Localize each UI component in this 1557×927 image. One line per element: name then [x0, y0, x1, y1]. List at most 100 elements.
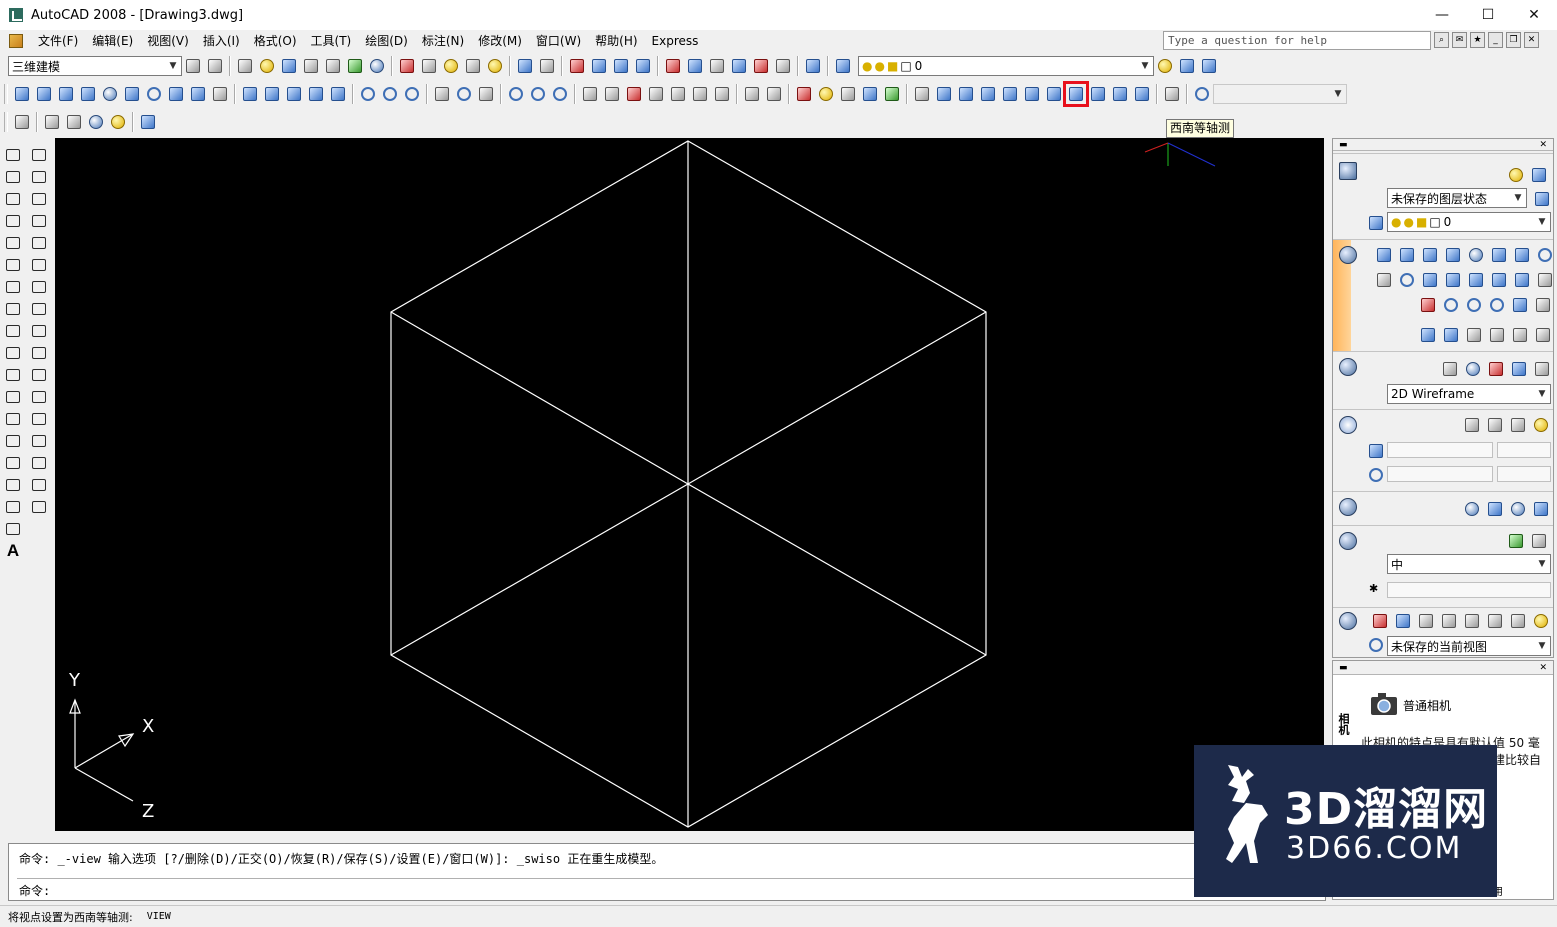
check-icon[interactable] — [881, 83, 903, 105]
2d-wireframe-icon[interactable] — [11, 111, 33, 133]
table-icon[interactable] — [2, 518, 24, 540]
conceptual-icon[interactable] — [107, 111, 129, 133]
sun-light-icon[interactable] — [1461, 414, 1483, 436]
sphere-icon[interactable] — [99, 83, 121, 105]
realistic-icon[interactable] — [1462, 358, 1484, 380]
conceptual-icon[interactable] — [1485, 358, 1507, 380]
flatshot-icon[interactable] — [1463, 324, 1485, 346]
view-front-button[interactable] — [1021, 83, 1043, 105]
3d-move-icon[interactable] — [1373, 269, 1395, 291]
3d-align-icon[interactable] — [475, 83, 497, 105]
view-top-button[interactable] — [933, 83, 955, 105]
point-icon[interactable] — [2, 430, 24, 452]
environment-icon[interactable] — [1507, 498, 1529, 520]
dock-icon[interactable]: ▬ — [1339, 663, 1348, 673]
realistic-icon[interactable] — [85, 111, 107, 133]
offset-icon[interactable] — [28, 210, 50, 232]
extract-edges-icon[interactable] — [1532, 324, 1554, 346]
palette-tab-camera[interactable]: 相机 — [1337, 713, 1351, 735]
dashboard-layer-select[interactable]: ● ● ■ □ 0 ▼ — [1387, 212, 1551, 232]
loft-icon[interactable] — [327, 83, 349, 105]
layer-manager-icon[interactable] — [832, 55, 854, 77]
intersect-icon[interactable] — [401, 83, 423, 105]
plot-icon[interactable] — [300, 55, 322, 77]
swivel-icon[interactable] — [1438, 610, 1460, 632]
sweep-icon[interactable] — [1465, 269, 1487, 291]
ellipse-icon[interactable] — [2, 342, 24, 364]
markup-icon[interactable] — [750, 55, 772, 77]
camera-icon[interactable] — [1369, 689, 1399, 717]
solid-intersect-icon[interactable] — [549, 83, 571, 105]
solid-union-icon[interactable] — [505, 83, 527, 105]
visual-styles-manager-icon[interactable] — [137, 111, 159, 133]
camera-name[interactable]: 普通相机 — [1403, 697, 1451, 714]
taper-faces-icon[interactable] — [689, 83, 711, 105]
render-window-icon[interactable] — [1528, 530, 1550, 552]
thicken-icon[interactable] — [837, 83, 859, 105]
perspective-icon[interactable] — [1530, 610, 1552, 632]
3d-rotate-icon[interactable] — [453, 83, 475, 105]
doc-restore-icon[interactable]: ❐ — [1506, 32, 1521, 48]
rotate-faces-icon[interactable] — [667, 83, 689, 105]
orbit-icon[interactable] — [1415, 610, 1437, 632]
command-prompt[interactable]: 命令: — [19, 882, 50, 899]
zoom-window-icon[interactable] — [610, 55, 632, 77]
pan-icon[interactable] — [1369, 610, 1391, 632]
teapot-icon[interactable] — [1339, 532, 1361, 554]
menu-tools[interactable]: 工具(T) — [304, 30, 359, 52]
view-bottom-button[interactable] — [955, 83, 977, 105]
scale-icon[interactable] — [28, 298, 50, 320]
visual-styles-manager-icon[interactable] — [1508, 358, 1530, 380]
view-left-button[interactable] — [977, 83, 999, 105]
view-back-button[interactable] — [1043, 83, 1065, 105]
spline-icon[interactable] — [2, 320, 24, 342]
zoom-realtime-icon[interactable] — [588, 55, 610, 77]
menu-modify[interactable]: 修改(M) — [471, 30, 529, 52]
help-search-input[interactable]: Type a question for help — [1163, 31, 1431, 50]
loft-icon[interactable] — [1511, 269, 1533, 291]
fly-icon[interactable] — [1484, 610, 1506, 632]
delete-faces-icon[interactable] — [645, 83, 667, 105]
intersect-icon[interactable] — [1486, 294, 1508, 316]
subtract-icon[interactable] — [379, 83, 401, 105]
advanced-render-icon[interactable] — [1530, 498, 1552, 520]
named-views-icon[interactable] — [911, 83, 933, 105]
favorites-star-icon[interactable]: ★ — [1470, 32, 1485, 48]
open-file-icon[interactable] — [256, 55, 278, 77]
redo-icon[interactable] — [536, 55, 558, 77]
polygon-icon[interactable] — [2, 210, 24, 232]
mirror-icon[interactable] — [28, 188, 50, 210]
menu-window[interactable]: 窗口(W) — [529, 30, 588, 52]
torus-icon[interactable] — [1534, 244, 1556, 266]
date-value[interactable] — [1497, 442, 1551, 458]
menu-insert[interactable]: 插入(I) — [196, 30, 247, 52]
insert-block-icon[interactable] — [2, 386, 24, 408]
render-region-icon[interactable] — [1505, 530, 1527, 552]
plot-preview-icon[interactable] — [322, 55, 344, 77]
join-icon[interactable] — [28, 430, 50, 452]
solid-subtract-icon[interactable] — [527, 83, 549, 105]
union-icon[interactable] — [357, 83, 379, 105]
cone-icon[interactable] — [1442, 244, 1464, 266]
stretch-icon[interactable] — [28, 320, 50, 342]
torus-icon[interactable] — [143, 83, 165, 105]
close-button[interactable]: ✕ — [1511, 0, 1557, 30]
planar-surface-icon[interactable] — [209, 83, 231, 105]
pyramid-icon[interactable] — [165, 83, 187, 105]
fillet-icon[interactable] — [28, 474, 50, 496]
slice-icon[interactable] — [1417, 294, 1439, 316]
materials-icon[interactable] — [1461, 498, 1483, 520]
design-center-icon[interactable] — [684, 55, 706, 77]
subtract-icon[interactable] — [1463, 294, 1485, 316]
doc-minimize-icon[interactable]: _ — [1488, 32, 1503, 48]
layer-state-select[interactable]: 未保存的图层状态 ▼ — [1387, 188, 1527, 208]
date-slider[interactable] — [1387, 442, 1493, 458]
extrude-faces-icon[interactable] — [579, 83, 601, 105]
walk-icon[interactable] — [1461, 610, 1483, 632]
dock-icon[interactable]: ▬ — [1339, 140, 1348, 150]
layers-icon[interactable] — [1339, 162, 1361, 184]
properties-icon[interactable] — [662, 55, 684, 77]
block-editor-icon[interactable] — [484, 55, 506, 77]
document-icon[interactable] — [9, 34, 23, 48]
region-icon[interactable] — [2, 496, 24, 518]
